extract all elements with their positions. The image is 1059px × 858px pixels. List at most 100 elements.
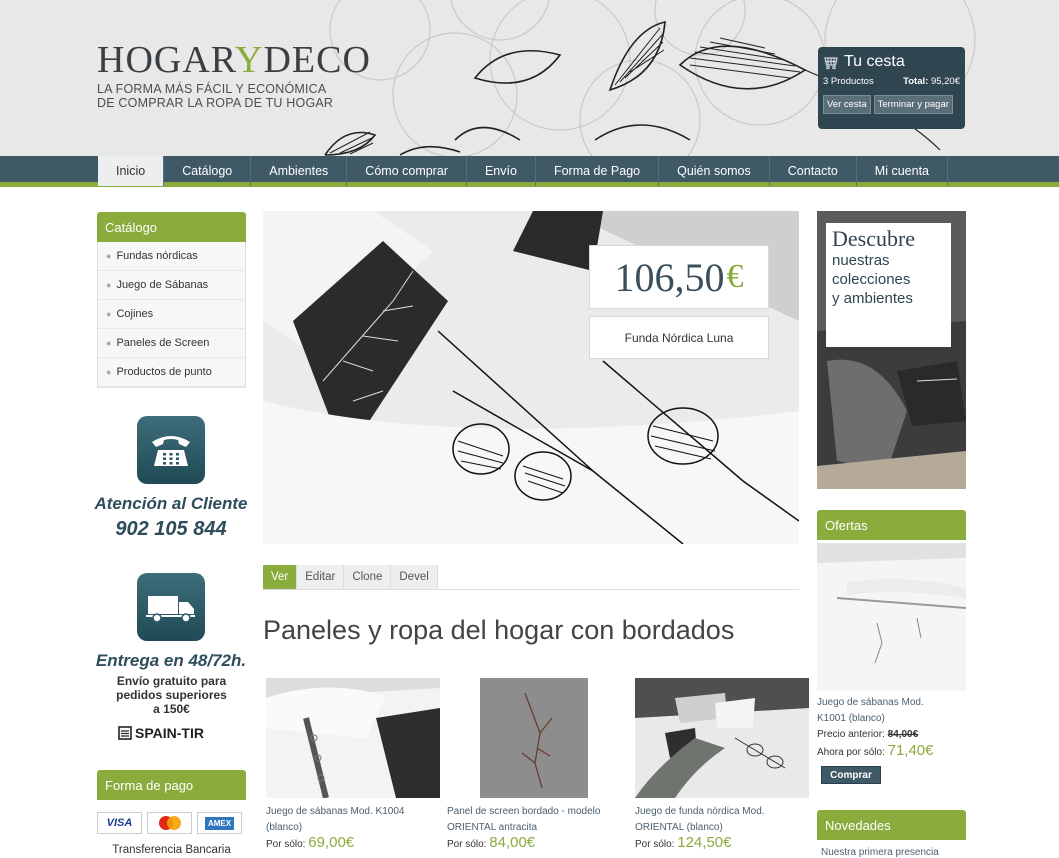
nav-item-quien-somos[interactable]: Quién somos <box>659 156 770 186</box>
mastercard-icon <box>158 816 181 830</box>
product-name-line2[interactable]: (blanco) <box>266 820 446 836</box>
carrier-icon <box>118 726 132 740</box>
admin-tabs: Ver Editar Clone Devel <box>263 565 799 590</box>
nav-item-mi-cuenta[interactable]: Mi cuenta <box>857 156 948 186</box>
payment-transfer-note: Transferencia Bancaria <box>112 844 231 856</box>
news-title: Novedades <box>817 810 966 840</box>
product-price: Por sólo: 69,00€ <box>266 834 446 852</box>
product-image[interactable] <box>266 678 440 798</box>
nav-items: Inicio Catálogo Ambientes Cómo comprar E… <box>98 156 948 186</box>
nav-item-forma-de-pago[interactable]: Forma de Pago <box>536 156 660 186</box>
cart-title[interactable]: Tu cesta <box>823 53 960 71</box>
product-price-value: 69,00€ <box>308 834 355 851</box>
product-price-label: Por sólo: <box>266 839 306 850</box>
catalog-item-label: Cojines <box>116 308 154 320</box>
catalog-item-cojines[interactable]: ● Cojines <box>98 300 245 329</box>
tab-devel[interactable]: Devel <box>391 565 438 589</box>
promo-title: Descubre <box>832 226 916 251</box>
offers-title: Ofertas <box>817 510 966 540</box>
truck-icon <box>146 596 195 623</box>
delivery-note-prefix: a <box>153 702 164 716</box>
offer-prev-value: 84,00€ <box>887 729 919 740</box>
tab-ver[interactable]: Ver <box>263 565 298 589</box>
catalog-item-label: Juego de Sábanas <box>116 279 209 291</box>
delivery-title: Entrega en 48/72h. <box>95 651 247 670</box>
offers-box: Ofertas <box>817 510 966 540</box>
cart-widget: Tu cesta 3 Productos Total: 95,20€ Ver c… <box>818 47 965 129</box>
news-text[interactable]: Nuestra primera presencia <box>821 847 939 858</box>
product-price-label: Por sólo: <box>447 839 487 850</box>
amex-label: AMEX <box>204 816 235 830</box>
bullet-icon: ● <box>106 280 112 290</box>
catalog-title: Catálogo <box>97 212 246 242</box>
product-image-screen <box>480 678 588 798</box>
delivery-note-3: a 150€ <box>97 703 246 716</box>
view-cart-button[interactable]: Ver cesta <box>823 95 871 114</box>
cart-total-value: 95,20€ <box>930 76 960 87</box>
delivery-tile <box>137 573 205 641</box>
phone-tile[interactable] <box>137 416 205 484</box>
nav-item-catalogo[interactable]: Catálogo <box>164 156 252 186</box>
logo-name-part1: HOGAR <box>97 39 236 81</box>
catalog-item-label: Fundas nórdicas <box>116 250 198 262</box>
amex-card: AMEX <box>197 812 242 834</box>
offer-image[interactable] <box>817 543 966 691</box>
hero-product-name[interactable]: Funda Nórdica Luna <box>589 316 769 359</box>
nav-item-envio[interactable]: Envío <box>467 156 536 186</box>
telephone-icon <box>152 436 190 466</box>
product-price-label: Por sólo: <box>635 839 675 850</box>
logo-title: HOGARYDECO <box>97 40 371 80</box>
product-price-value: 84,00€ <box>489 834 536 851</box>
nav-item-contacto[interactable]: Contacto <box>770 156 857 186</box>
catalog-item-paneles[interactable]: ● Paneles de Screen <box>98 329 245 358</box>
catalog-item-punto[interactable]: ● Productos de punto <box>98 358 245 387</box>
catalog-item-label: Productos de punto <box>116 366 212 378</box>
carrier-name: SPAIN-TIR <box>135 725 204 741</box>
tab-editar[interactable]: Editar <box>297 565 345 589</box>
cart-total-label: Total: <box>903 76 929 87</box>
product-card[interactable]: Juego de sábanas Mod. K1004 (blanco) Por… <box>266 678 446 852</box>
product-name-line1[interactable]: Panel de screen bordado - modelo <box>447 804 627 820</box>
catalog-item-fundas[interactable]: ● Fundas nórdicas <box>98 242 245 271</box>
collections-promo[interactable]: Descubre nuestras colecciones y ambiente… <box>817 211 966 489</box>
offer-now-value: 71,40€ <box>887 742 934 759</box>
cart-buttons: Ver cesta Terminar y pagar <box>823 95 960 114</box>
nav-item-ambientes[interactable]: Ambientes <box>251 156 348 186</box>
nav-item-inicio[interactable]: Inicio <box>98 156 165 186</box>
offer-name-line1[interactable]: Juego de sábanas Mod. <box>817 695 966 711</box>
product-name-line2[interactable]: ORIENTAL antracita <box>447 820 627 836</box>
product-image-sheets <box>266 678 440 798</box>
site-logo[interactable]: HOGARYDECO LA FORMA MÁS FÁCIL Y ECONÓMIC… <box>97 40 371 110</box>
page-title: Paneles y ropa del hogar con bordados <box>263 615 735 645</box>
catalog-item-sabanas[interactable]: ● Juego de Sábanas <box>98 271 245 300</box>
customer-service-phone[interactable]: 902 105 844 <box>86 518 256 541</box>
product-image[interactable] <box>480 678 588 798</box>
product-card[interactable]: Juego de funda nórdica Mod. ORIENTAL (bl… <box>635 678 815 852</box>
tab-clone[interactable]: Clone <box>344 565 392 589</box>
product-name-line1[interactable]: Juego de sábanas Mod. K1004 <box>266 804 446 820</box>
visa-card: VISA <box>97 812 142 834</box>
hero-banner[interactable]: 106,50 € Funda Nórdica Luna <box>263 211 799 544</box>
product-image[interactable] <box>635 678 809 798</box>
offer-name-line2[interactable]: K1001 (blanco) <box>817 711 966 727</box>
product-image-bedroom <box>635 678 809 798</box>
cart-product-count: 3 Productos <box>823 76 874 87</box>
product-card[interactable]: Panel de screen bordado - modelo ORIENTA… <box>447 678 627 852</box>
promo-line-2: colecciones <box>832 271 911 288</box>
checkout-button[interactable]: Terminar y pagar <box>873 95 953 114</box>
bullet-icon: ● <box>106 309 112 319</box>
promo-line-1: nuestras <box>832 252 890 269</box>
product-price-value: 124,50€ <box>677 834 732 851</box>
customer-service-title: Atención al Cliente <box>94 494 248 513</box>
bullet-icon: ● <box>106 338 112 348</box>
offer-sheets-image <box>817 543 966 691</box>
offer-prev-label: Precio anterior: <box>817 729 885 740</box>
product-name-line1[interactable]: Juego de funda nórdica Mod. <box>635 804 815 820</box>
cart-title-label: Tu cesta <box>844 53 905 70</box>
main-nav: Inicio Catálogo Ambientes Cómo comprar E… <box>0 156 1059 187</box>
carrier-logo: SPAIN-TIR <box>118 725 204 741</box>
buy-button[interactable]: Comprar <box>821 766 881 784</box>
bullet-icon: ● <box>106 367 112 377</box>
hero-price-currency: € <box>726 258 744 295</box>
nav-item-como-comprar[interactable]: Cómo comprar <box>347 156 467 186</box>
